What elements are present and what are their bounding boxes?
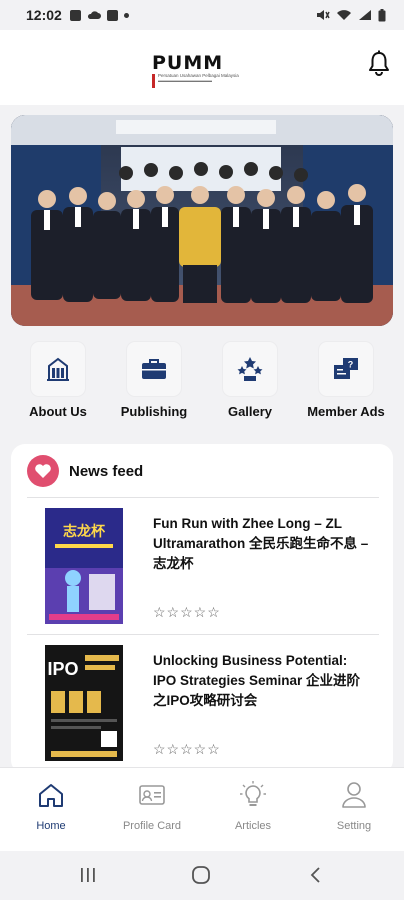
dot-icon: [123, 12, 129, 18]
news-item-rating: ☆☆☆☆☆: [153, 741, 221, 757]
lightbulb-icon: [240, 781, 266, 806]
ads-icon: ?: [334, 358, 358, 379]
home-button[interactable]: [190, 865, 212, 885]
user-icon: [342, 782, 366, 808]
news-thumbnail: 志龙杯: [45, 508, 123, 624]
news-item[interactable]: 志龙杯 Fun Run with Zhee Long – ZL Ultramar…: [27, 498, 379, 628]
tab-profile-card[interactable]: Profile Card: [107, 778, 197, 832]
news-item[interactable]: IPO Unlocking Business Potential: IPO St…: [27, 635, 379, 765]
battery-icon: [378, 8, 386, 21]
cloud-icon: [87, 11, 101, 19]
poster-text: IPO: [47, 659, 78, 679]
quick-menu: About Us Publishing Gallery ? Member Ads: [0, 338, 404, 426]
heart-icon: [35, 464, 51, 478]
menu-label: Publishing: [120, 404, 188, 419]
news-item-rating: ☆☆☆☆☆: [153, 604, 221, 620]
menu-publishing[interactable]: Publishing: [106, 338, 202, 419]
app-header: PUMM Persatuan Usahawan Pelbagai Malaysi…: [0, 30, 404, 105]
status-time: 12:02: [26, 7, 62, 23]
mute-icon: [317, 10, 330, 20]
stars-icon: [237, 357, 263, 381]
bell-icon: [369, 50, 389, 76]
status-bar: 12:02: [0, 0, 404, 30]
poster-text: 志龙杯: [63, 523, 106, 540]
menu-about-us[interactable]: About Us: [10, 338, 106, 419]
pumm-logo: PUMM Persatuan Usahawan Pelbagai Malaysi…: [152, 54, 250, 90]
news-feed-title: News feed: [69, 462, 144, 480]
news-feed-header: News feed: [11, 444, 393, 498]
home-circle-icon: [192, 866, 210, 884]
tab-label: Articles: [234, 820, 272, 832]
logo-brand: PUMM: [152, 52, 224, 74]
recents-icon: [81, 868, 95, 882]
menu-label: About Us: [29, 404, 87, 419]
tab-home[interactable]: Home: [6, 778, 96, 832]
banner-image[interactable]: [11, 115, 393, 326]
mail-icon: [69, 9, 81, 21]
system-navigation-bar: [0, 851, 404, 900]
tab-setting[interactable]: Setting: [309, 778, 399, 832]
menu-member-ads[interactable]: ? Member Ads: [298, 338, 394, 419]
tab-label: Profile Card: [122, 820, 182, 832]
menu-label: Gallery: [227, 404, 273, 419]
building-icon: [47, 357, 69, 381]
tab-label: Setting: [336, 820, 372, 832]
bottom-tab-bar: Home Profile Card Articles Setting: [0, 767, 404, 851]
tab-label: Home: [36, 820, 66, 832]
signal-icon: [359, 10, 371, 20]
briefcase-icon: [142, 359, 166, 379]
id-card-icon: [139, 785, 165, 805]
news-feed-card: News feed 志龙杯 Fun Run with Zhee Long – Z…: [11, 444, 393, 774]
news-item-title: Unlocking Business Potential: IPO Strate…: [153, 653, 361, 708]
group-photo: [11, 115, 393, 326]
notification-bell-button[interactable]: [368, 50, 390, 76]
recents-button[interactable]: [78, 865, 98, 885]
svg-text:?: ?: [348, 360, 354, 370]
facebook-icon: [106, 9, 118, 21]
back-icon: [310, 867, 320, 883]
tab-articles[interactable]: Articles: [208, 778, 298, 832]
menu-gallery[interactable]: Gallery: [202, 338, 298, 419]
news-thumbnail: IPO: [45, 645, 123, 761]
menu-label: Member Ads: [307, 404, 385, 419]
news-item-title: Fun Run with Zhee Long – ZL Ultramaratho…: [153, 516, 369, 571]
home-icon: [39, 784, 63, 807]
back-button[interactable]: [306, 865, 324, 885]
wifi-icon: [337, 10, 351, 20]
